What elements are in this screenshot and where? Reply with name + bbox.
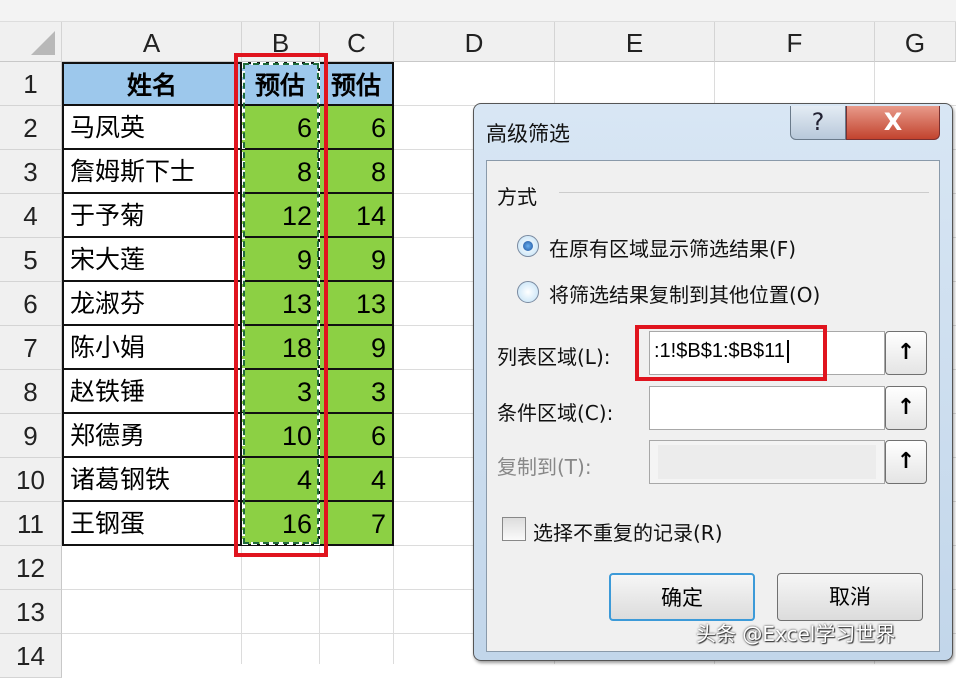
value-cell-c[interactable]: 6 bbox=[320, 414, 394, 458]
radio-in-place-label[interactable]: 在原有区域显示筛选结果(F) bbox=[549, 233, 796, 262]
group-separator bbox=[559, 192, 929, 193]
row-header-5[interactable]: 5 bbox=[0, 238, 62, 282]
name-cell[interactable]: 诸葛钢铁 bbox=[62, 458, 242, 502]
cancel-button[interactable]: 取消 bbox=[777, 573, 923, 621]
name-cell[interactable]: 詹姆斯下士 bbox=[62, 150, 242, 194]
row-header-8[interactable]: 8 bbox=[0, 370, 62, 414]
select-all-corner[interactable] bbox=[0, 22, 62, 62]
column-header-E[interactable]: E bbox=[555, 22, 715, 62]
row-header-12[interactable]: 12 bbox=[0, 546, 62, 590]
name-cell[interactable]: 马凤英 bbox=[62, 106, 242, 150]
row-header-14[interactable]: 14 bbox=[0, 634, 62, 678]
group-label: 方式 bbox=[497, 185, 537, 209]
row-header-2[interactable]: 2 bbox=[0, 106, 62, 150]
name-cell[interactable]: 郑德勇 bbox=[62, 414, 242, 458]
list-range-highlight bbox=[635, 325, 827, 381]
radio-copy-label[interactable]: 将筛选结果复制到其他位置(O) bbox=[549, 279, 820, 308]
radio-in-place[interactable] bbox=[517, 235, 539, 257]
row-header-6[interactable]: 6 bbox=[0, 282, 62, 326]
toolbar-strip bbox=[0, 0, 956, 22]
column-header-G[interactable]: G bbox=[875, 22, 956, 62]
value-cell-c[interactable]: 4 bbox=[320, 458, 394, 502]
name-cell[interactable]: 于予菊 bbox=[62, 194, 242, 238]
help-button[interactable]: ? bbox=[790, 106, 846, 140]
header-cell-A1[interactable]: 姓名 bbox=[62, 62, 242, 106]
criteria-label: 条件区域(C): bbox=[497, 401, 614, 425]
ok-button[interactable]: 确定 bbox=[609, 573, 755, 621]
value-cell-c[interactable]: 14 bbox=[320, 194, 394, 238]
row-header-9[interactable]: 9 bbox=[0, 414, 62, 458]
unique-records-label[interactable]: 选择不重复的记录(R) bbox=[533, 517, 723, 546]
name-cell[interactable]: 陈小娟 bbox=[62, 326, 242, 370]
row-header-13[interactable]: 13 bbox=[0, 590, 62, 634]
row-header-11[interactable]: 11 bbox=[0, 502, 62, 546]
value-cell-c[interactable]: 6 bbox=[320, 106, 394, 150]
row-header-4[interactable]: 4 bbox=[0, 194, 62, 238]
header-cell-C1[interactable]: 预估 bbox=[320, 62, 394, 106]
dialog-body: 方式 在原有区域显示筛选结果(F) 将筛选结果复制到其他位置(O) 列表区域(L… bbox=[486, 160, 940, 652]
row-header-7[interactable]: 7 bbox=[0, 326, 62, 370]
list-range-label: 列表区域(L): bbox=[497, 345, 611, 369]
dialog-title: 高级筛选 bbox=[486, 122, 570, 146]
row-header-3[interactable]: 3 bbox=[0, 150, 62, 194]
name-cell[interactable]: 龙淑芬 bbox=[62, 282, 242, 326]
radio-copy[interactable] bbox=[517, 281, 539, 303]
copy-to-collapse-button[interactable]: ↑ bbox=[885, 440, 927, 484]
row-header-1[interactable]: 1 bbox=[0, 62, 62, 106]
criteria-collapse-button[interactable]: ↑ bbox=[885, 386, 927, 430]
value-cell-c[interactable]: 9 bbox=[320, 238, 394, 282]
list-range-collapse-button[interactable]: ↑ bbox=[885, 331, 927, 375]
value-cell-c[interactable]: 3 bbox=[320, 370, 394, 414]
criteria-input[interactable] bbox=[649, 386, 885, 430]
column-header-F[interactable]: F bbox=[715, 22, 875, 62]
unique-records-checkbox[interactable] bbox=[502, 517, 526, 541]
column-b-highlight bbox=[234, 53, 328, 557]
name-cell[interactable]: 王钢蛋 bbox=[62, 502, 242, 546]
copy-to-input bbox=[649, 440, 885, 484]
column-header-D[interactable]: D bbox=[394, 22, 555, 62]
column-header-C[interactable]: C bbox=[320, 22, 394, 62]
value-cell-c[interactable]: 7 bbox=[320, 502, 394, 546]
row-header-10[interactable]: 10 bbox=[0, 458, 62, 502]
name-cell[interactable]: 赵铁锤 bbox=[62, 370, 242, 414]
copy-to-label: 复制到(T): bbox=[497, 455, 592, 479]
watermark: 头条 @Excel学习世界 bbox=[696, 622, 896, 646]
value-cell-c[interactable]: 8 bbox=[320, 150, 394, 194]
value-cell-c[interactable]: 13 bbox=[320, 282, 394, 326]
close-button[interactable]: X bbox=[846, 106, 940, 140]
column-header-A[interactable]: A bbox=[62, 22, 242, 62]
value-cell-c[interactable]: 9 bbox=[320, 326, 394, 370]
name-cell[interactable]: 宋大莲 bbox=[62, 238, 242, 282]
advanced-filter-dialog: 高级筛选 ? X 方式 在原有区域显示筛选结果(F) 将筛选结果复制到其他位置(… bbox=[473, 103, 953, 661]
